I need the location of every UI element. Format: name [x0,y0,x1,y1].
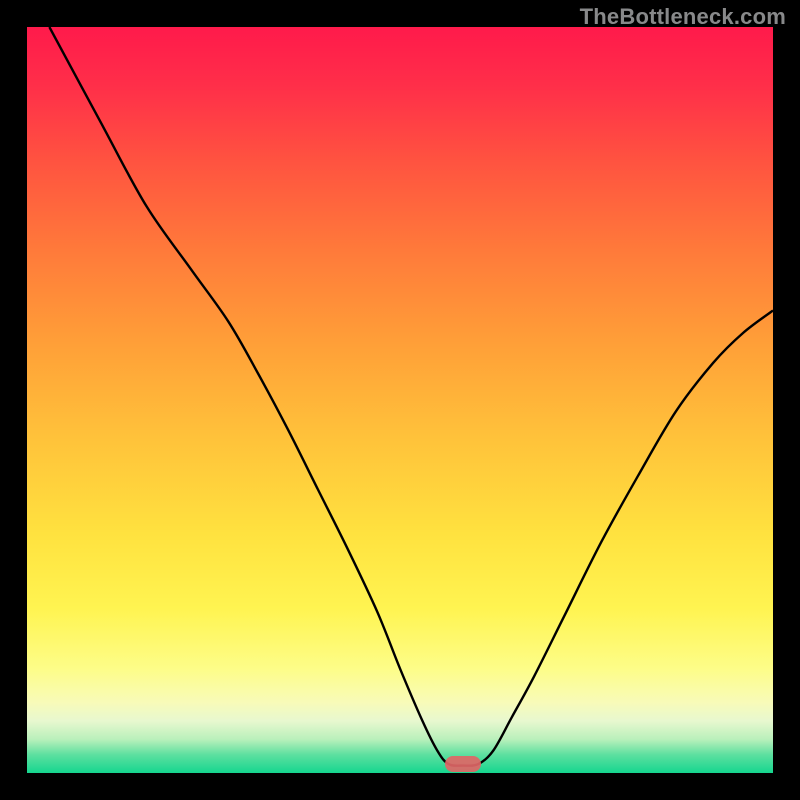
plot-area [27,27,773,773]
bottleneck-chart [0,0,800,800]
optimal-marker [445,756,481,772]
watermark-text: TheBottleneck.com [580,4,786,30]
